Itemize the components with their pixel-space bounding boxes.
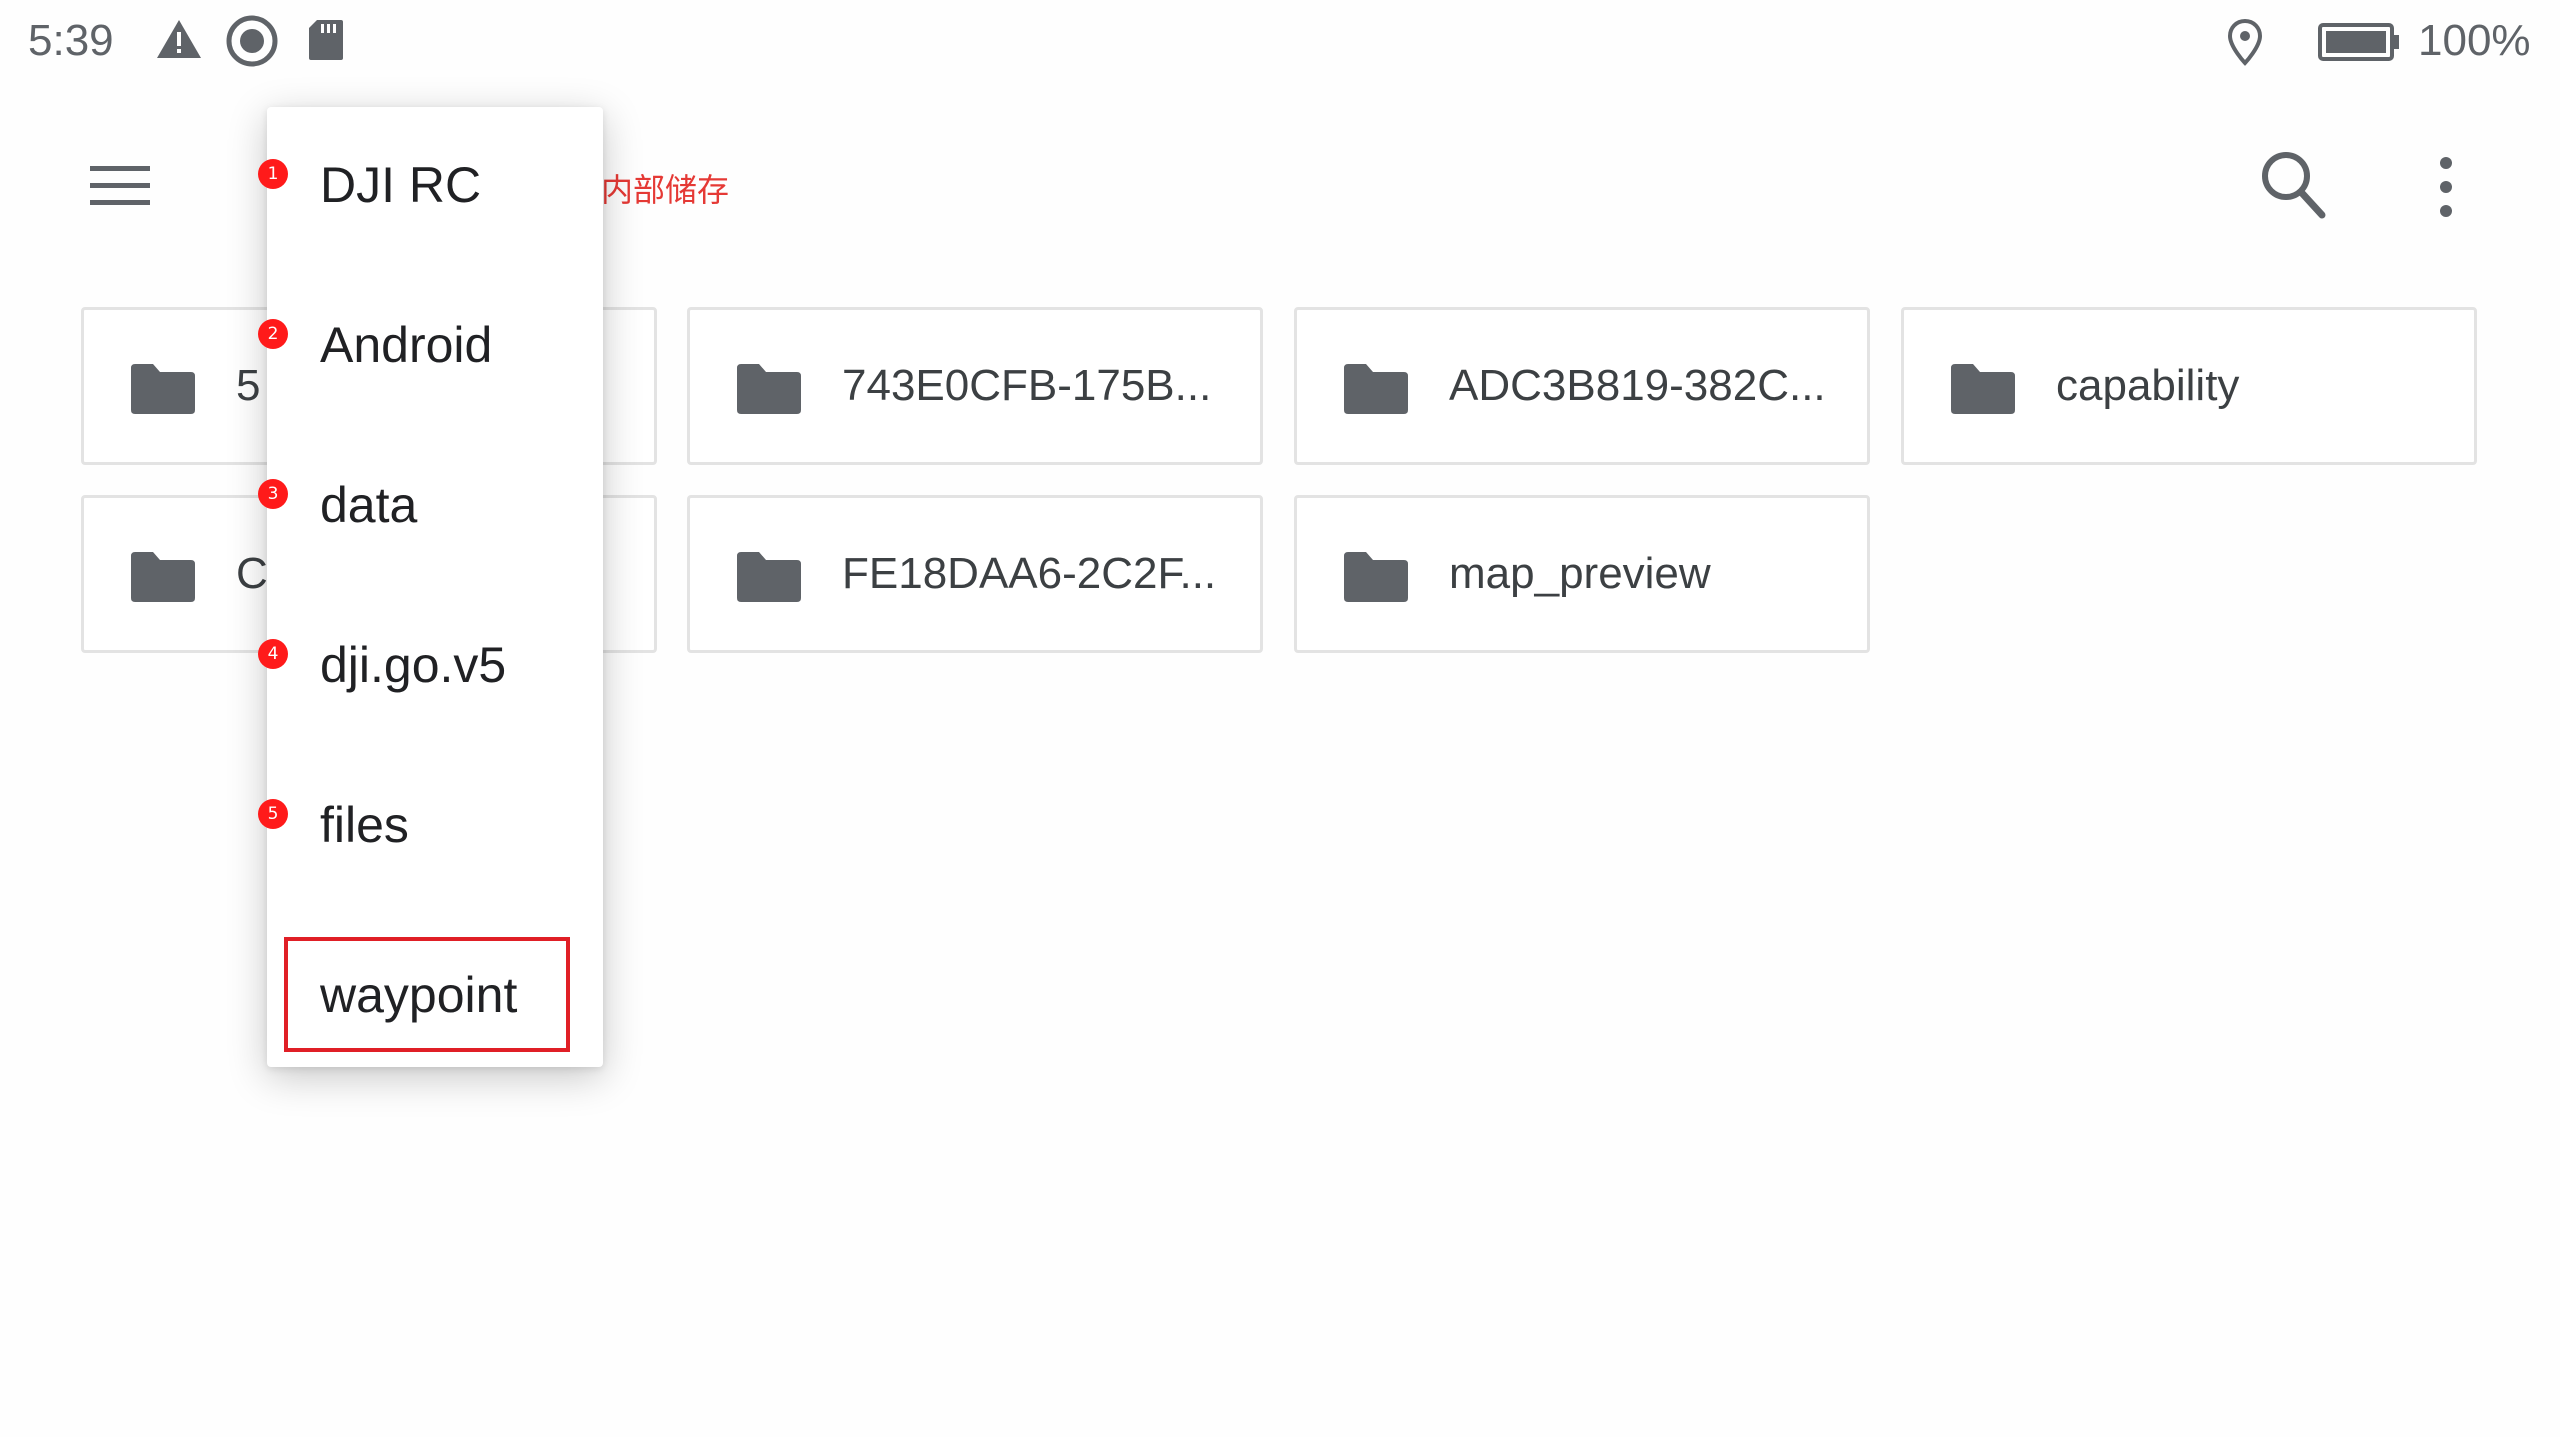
folder-icon: [131, 364, 195, 414]
folder-card[interactable]: map_preview: [1294, 495, 1870, 653]
breadcrumb-item-dji-rc[interactable]: 1 DJI RC: [258, 130, 603, 240]
battery-icon: [2318, 23, 2399, 61]
breadcrumb-item-label: data: [320, 477, 418, 533]
folder-name: C: [236, 549, 268, 598]
menu-icon[interactable]: [88, 162, 152, 210]
status-time: 5:39: [28, 16, 114, 65]
sd-card-icon: [309, 20, 343, 60]
breadcrumb-item-label: Android: [320, 317, 493, 373]
file-manager-screen: 5:39 100% 5 743E0CFB-175B... ADC3B819-38…: [0, 0, 2560, 1437]
breadcrumb-item-files[interactable]: 5 files: [258, 770, 603, 880]
search-icon[interactable]: [2260, 150, 2326, 220]
warning-icon: [157, 20, 201, 58]
folder-name: FE18DAA6-2C2F...: [842, 549, 1217, 598]
folder-icon: [1951, 364, 2015, 414]
folder-card[interactable]: capability: [1901, 307, 2477, 465]
more-vert-icon[interactable]: [2428, 154, 2464, 220]
folder-name: 5: [236, 361, 261, 410]
folder-name: 743E0CFB-175B...: [842, 361, 1212, 410]
folder-card[interactable]: 743E0CFB-175B...: [687, 307, 1263, 465]
breadcrumb-item-label: files: [320, 797, 409, 853]
folder-icon: [737, 552, 801, 602]
breadcrumb-item-dji-go-v5[interactable]: 4 dji.go.v5: [258, 610, 603, 720]
highlight-box: [284, 937, 570, 1052]
folder-card[interactable]: ADC3B819-382C...: [1294, 307, 1870, 465]
step-marker: 3: [258, 479, 288, 509]
step-marker: 1: [258, 159, 288, 189]
breadcrumb-dropdown: 1 DJI RC 2 Android 3 data 4 dji.go.v5 5 …: [258, 107, 603, 1067]
breadcrumb-item-data[interactable]: 3 data: [258, 450, 603, 560]
folder-icon: [1344, 552, 1408, 602]
folder-name: capability: [2056, 361, 2240, 410]
record-icon: [226, 15, 278, 67]
folder-card[interactable]: FE18DAA6-2C2F...: [687, 495, 1263, 653]
folder-name: ADC3B819-382C...: [1449, 361, 1826, 410]
folder-icon: [1344, 364, 1408, 414]
folder-name: map_preview: [1449, 549, 1711, 598]
folder-icon: [737, 364, 801, 414]
breadcrumb-item-android[interactable]: 2 Android: [258, 290, 603, 400]
breadcrumb-item-label: DJI RC: [320, 157, 482, 213]
location-icon: [2227, 18, 2263, 66]
step-marker: 5: [258, 799, 288, 829]
breadcrumb-item-label: dji.go.v5: [320, 637, 507, 693]
battery-percentage: 100%: [2418, 16, 2531, 65]
step-marker: 2: [258, 319, 288, 349]
folder-icon: [131, 552, 195, 602]
step-marker: 4: [258, 639, 288, 669]
